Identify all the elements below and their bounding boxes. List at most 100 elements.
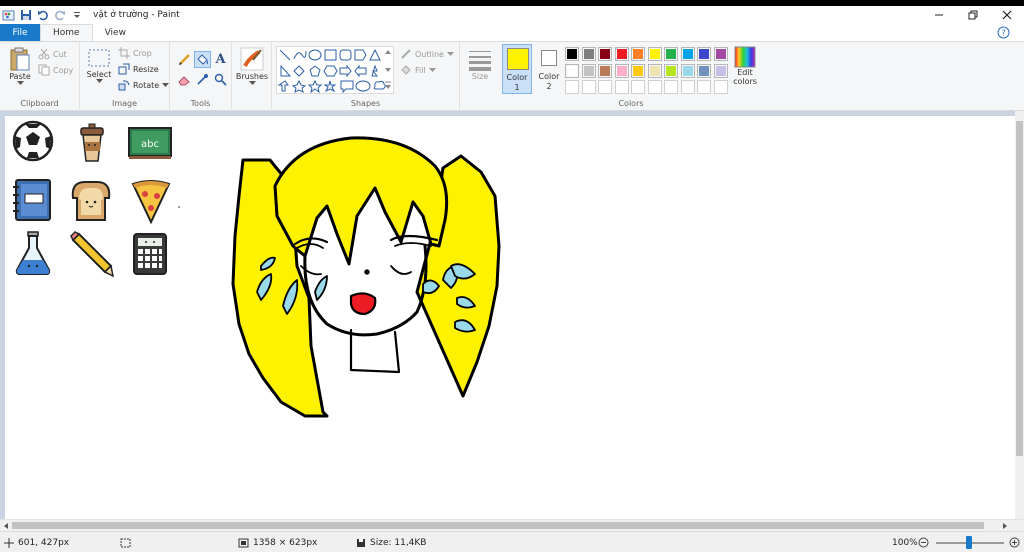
palette-swatch[interactable]	[565, 47, 579, 61]
palette-swatch[interactable]	[647, 47, 662, 61]
scroll-left-icon[interactable]	[2, 522, 10, 530]
horizontal-scrollbar[interactable]	[0, 519, 1024, 531]
palette-swatch-fill	[682, 65, 693, 76]
fill-tool[interactable]	[194, 51, 211, 68]
clipboard-group: Paste Cut Copy Clipboard	[0, 42, 80, 111]
palette-swatch[interactable]	[680, 47, 695, 61]
color2-button[interactable]: Color 2	[534, 44, 564, 94]
selection-icon	[120, 538, 131, 547]
palette-swatch[interactable]	[713, 47, 728, 61]
select-rectangle-icon	[88, 49, 110, 67]
edit-colors-button[interactable]: Edit colors	[730, 46, 760, 86]
palette-swatch[interactable]	[697, 63, 711, 78]
girl-drawing	[231, 136, 501, 418]
zoom-slider-thumb[interactable]	[966, 536, 972, 549]
close-button[interactable]	[990, 6, 1024, 24]
toast-icon	[71, 181, 111, 221]
palette-swatch[interactable]	[581, 63, 596, 78]
tab-file[interactable]: File	[0, 24, 40, 41]
vertical-scrollbar[interactable]	[1015, 111, 1024, 519]
chalkboard-text: abc	[141, 139, 159, 150]
shapes-gallery-scroll[interactable]	[384, 48, 392, 92]
drawing-canvas[interactable]: abc	[5, 116, 1015, 519]
pencil-tool[interactable]	[176, 51, 193, 68]
tab-view[interactable]: View	[93, 24, 138, 41]
magnifier-tool[interactable]	[212, 71, 229, 88]
ribbon-tabs: File Home View ?	[0, 24, 1024, 41]
palette-swatch[interactable]	[713, 80, 728, 94]
palette-swatch[interactable]	[614, 47, 629, 61]
size-button[interactable]: Size	[464, 48, 496, 81]
brushes-button[interactable]: Brushes	[235, 46, 269, 86]
color1-button[interactable]: Color 1	[502, 44, 532, 94]
horizontal-scroll-thumb[interactable]	[12, 522, 984, 529]
file-size: Size: 11,4KB	[356, 532, 426, 552]
right-eye-lower	[394, 242, 432, 247]
cut-button[interactable]: Cut	[38, 48, 67, 60]
palette-swatch[interactable]	[631, 63, 645, 78]
palette-swatch[interactable]	[614, 63, 629, 78]
vertical-scroll-thumb[interactable]	[1016, 121, 1023, 456]
color-picker-tool[interactable]	[194, 71, 211, 88]
help-icon[interactable]: ?	[997, 26, 1010, 39]
paste-button[interactable]: Paste	[6, 46, 34, 86]
palette-swatch[interactable]	[664, 63, 678, 78]
chevron-down-icon	[162, 82, 170, 87]
text-tool[interactable]: A	[212, 51, 229, 68]
save-icon[interactable]	[19, 9, 32, 22]
paint-app-icon[interactable]	[2, 9, 15, 22]
eraser-tool[interactable]	[176, 71, 193, 88]
scroll-right-icon[interactable]	[1001, 522, 1009, 530]
palette-swatch[interactable]	[565, 63, 579, 78]
palette-swatch[interactable]	[664, 47, 678, 61]
restore-button[interactable]	[956, 6, 990, 24]
palette-swatch[interactable]	[598, 47, 612, 61]
resize-button[interactable]: Resize	[118, 63, 159, 75]
shapes-gallery[interactable]	[276, 46, 394, 94]
palette-swatch[interactable]	[680, 63, 695, 78]
minimize-button[interactable]	[922, 6, 956, 24]
outline-button[interactable]: Outline	[400, 48, 454, 60]
palette-swatch[interactable]	[647, 63, 662, 78]
palette-swatch[interactable]	[598, 63, 612, 78]
shapes-group: Outline Fill Shapes	[272, 42, 460, 111]
resize-icon	[118, 63, 130, 75]
calculator-icon	[133, 233, 167, 275]
gallery-scroll-arrows-icon	[385, 50, 391, 89]
palette-swatch[interactable]	[631, 80, 645, 94]
canvas-size-icon	[238, 538, 249, 547]
copy-button[interactable]: Copy	[38, 64, 73, 76]
palette-swatch[interactable]	[680, 80, 695, 94]
palette-swatch-fill	[699, 49, 709, 59]
zoom-in-icon[interactable]	[1009, 537, 1020, 548]
text-tool-icon: A	[215, 52, 226, 67]
palette-swatch[interactable]	[697, 47, 711, 61]
crosshair-icon	[4, 537, 14, 548]
fill-bucket-icon	[401, 65, 411, 75]
redo-icon[interactable]	[53, 9, 66, 22]
palette-swatch-fill	[649, 49, 660, 59]
workspace: abc	[0, 111, 1024, 519]
eyedropper-icon	[197, 74, 208, 85]
zoom-out-icon[interactable]	[918, 537, 929, 548]
crop-button[interactable]: Crop	[118, 47, 152, 59]
select-button[interactable]: Select	[84, 48, 114, 84]
copy-icon	[38, 64, 50, 76]
rotate-button[interactable]: Rotate	[118, 79, 170, 91]
palette-swatch[interactable]	[713, 63, 728, 78]
palette-swatch[interactable]	[647, 80, 662, 94]
tab-home[interactable]: Home	[40, 24, 93, 41]
palette-swatch[interactable]	[581, 47, 596, 61]
palette-swatch[interactable]	[598, 80, 612, 94]
fill-button[interactable]: Fill	[400, 64, 436, 76]
hair-top	[273, 136, 449, 266]
palette-swatch[interactable]	[614, 80, 629, 94]
palette-swatch[interactable]	[697, 80, 711, 94]
palette-swatch[interactable]	[631, 47, 645, 61]
customize-quick-access-icon[interactable]	[70, 9, 83, 22]
eraser-icon	[178, 76, 190, 86]
palette-swatch[interactable]	[581, 80, 596, 94]
palette-swatch[interactable]	[664, 80, 678, 94]
palette-swatch[interactable]	[565, 80, 579, 94]
undo-icon[interactable]	[36, 9, 49, 22]
